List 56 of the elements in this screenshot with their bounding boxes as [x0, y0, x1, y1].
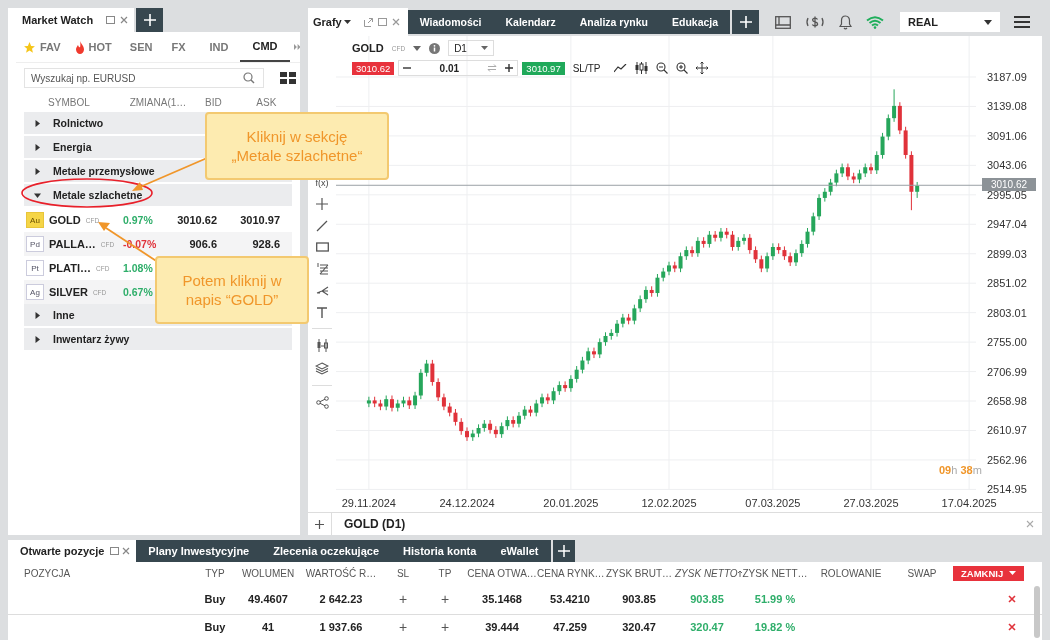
- price-axis-label: 2658.98: [987, 395, 1027, 408]
- symbol-icon: Ag: [26, 284, 44, 300]
- date-axis-label: 29.11.2024: [341, 497, 396, 509]
- column-header: ZMIANA(1…: [128, 96, 188, 108]
- date-axis-label: 27.03.2025: [843, 497, 899, 509]
- table-cell-text: 903.85: [621, 593, 657, 605]
- price-axis-label: 2803.01: [987, 306, 1027, 319]
- table-cell-text: 320.47: [689, 621, 725, 633]
- current-price-tag: 3010.62: [982, 178, 1036, 192]
- date-axis-label: 12.02.2025: [641, 497, 697, 509]
- table-cell-text: 47.259: [552, 621, 588, 633]
- price-axis-label: 2610.97: [987, 424, 1027, 437]
- table-cell-text: 41: [260, 621, 276, 633]
- price-axis-label: 3043.06: [987, 159, 1027, 172]
- date-axis-label: 17.04.2025: [941, 497, 997, 509]
- price-axis-label: 2514.95: [987, 483, 1027, 496]
- chart-title: GOLD (D1): [344, 517, 407, 531]
- hint-tooltip: Kliknij w sekcję „Metale szlachetne“: [205, 112, 389, 180]
- date-axis-label: 24.12.2024: [439, 497, 495, 509]
- table-cell-text: 320.47: [621, 621, 657, 633]
- price-axis-label: 2706.99: [987, 365, 1027, 378]
- symbol-icon: Pt: [26, 260, 44, 276]
- price-axis-label: 2851.02: [987, 277, 1027, 290]
- date-axis-label: 20.01.2025: [543, 497, 599, 509]
- date-axis-label: 07.03.2025: [745, 497, 801, 509]
- price-axis-label: 3139.08: [987, 100, 1027, 113]
- change-value: 0.97%: [123, 214, 154, 226]
- table-cell-text: Buy: [203, 621, 227, 633]
- change-value: 1.08%: [123, 262, 154, 274]
- table-cell-text: 39.444: [484, 621, 520, 633]
- symbol-icon: Au: [26, 212, 44, 228]
- column-header: SYMBOL: [47, 96, 91, 108]
- change-value: 0.67%: [123, 286, 154, 298]
- price-axis-label: 2947.04: [987, 218, 1027, 231]
- table-cell-text: 19.82 %: [753, 621, 797, 633]
- table-cell-text: 49.4607: [247, 593, 289, 605]
- table-cell-text: 903.85: [689, 593, 725, 605]
- countdown-value: 09: [939, 464, 952, 476]
- countdown-unit: m: [972, 464, 982, 476]
- table-cell-text: 51.99 %: [753, 593, 797, 605]
- table-cell-text: 2 642.23: [318, 593, 364, 605]
- table-cell-text: 1 937.66: [318, 621, 364, 633]
- price-axis-label: 2562.96: [987, 453, 1027, 466]
- symbol-icon: Pd: [26, 236, 44, 252]
- price-axis-label: 2899.03: [987, 247, 1027, 260]
- price-axis-label: 2755.00: [987, 336, 1027, 349]
- table-cell-text: 35.1468: [481, 593, 523, 605]
- price-axis-label: 3187.09: [987, 71, 1027, 83]
- column-header: BID: [204, 96, 223, 108]
- table-cell-text: Buy: [203, 593, 227, 605]
- price-axis-label: 3091.06: [987, 129, 1027, 142]
- countdown-unit: h: [951, 464, 958, 476]
- table-cell-text: 53.4210: [549, 593, 591, 605]
- column-header: ASK: [255, 96, 278, 108]
- hint-tooltip: Potem kliknij w napis “GOLD”: [155, 256, 309, 324]
- countdown-value: 38: [960, 464, 973, 476]
